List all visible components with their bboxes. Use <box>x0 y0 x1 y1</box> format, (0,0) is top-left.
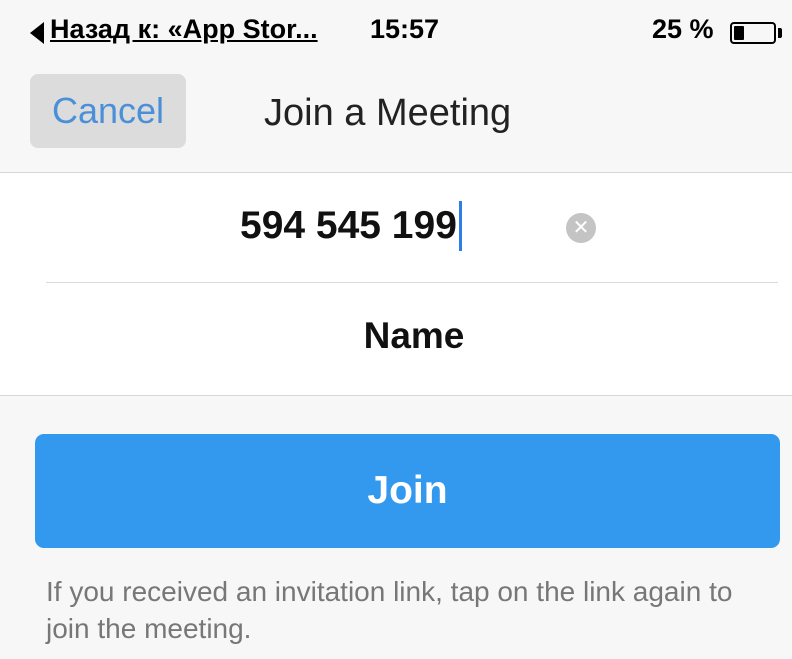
join-button[interactable]: Join <box>35 434 780 548</box>
join-meeting-screen: Назад к: «App Stor... 15:57 25 % Cancel … <box>0 0 792 659</box>
battery-level-fill <box>734 26 744 40</box>
back-triangle-icon[interactable] <box>30 22 44 44</box>
name-input[interactable] <box>46 305 782 367</box>
invitation-hint: If you received an invitation link, tap … <box>46 576 733 644</box>
join-form: 594 545 199 ✕ <box>0 173 792 396</box>
battery-icon <box>730 22 776 44</box>
page-title: Join a Meeting <box>264 92 512 134</box>
battery-tip <box>778 28 782 38</box>
meeting-id-input[interactable]: 594 545 199 <box>240 201 462 251</box>
meeting-id-field[interactable]: 594 545 199 ✕ <box>0 173 792 281</box>
status-time: 15:57 <box>370 14 440 44</box>
clear-circle-icon[interactable]: ✕ <box>566 213 596 243</box>
name-field-row <box>0 283 792 395</box>
back-to-app-link[interactable]: Назад к: «App Stor... <box>50 14 318 45</box>
cancel-button[interactable]: Cancel <box>30 74 186 148</box>
status-bar: Назад к: «App Stor... 15:57 25 % <box>0 0 792 66</box>
navigation-bar: Cancel Join a Meeting <box>0 66 792 173</box>
battery-percent: 25 % <box>652 14 714 44</box>
meeting-id-text: 594 545 199 <box>240 204 457 247</box>
text-cursor <box>458 201 462 251</box>
